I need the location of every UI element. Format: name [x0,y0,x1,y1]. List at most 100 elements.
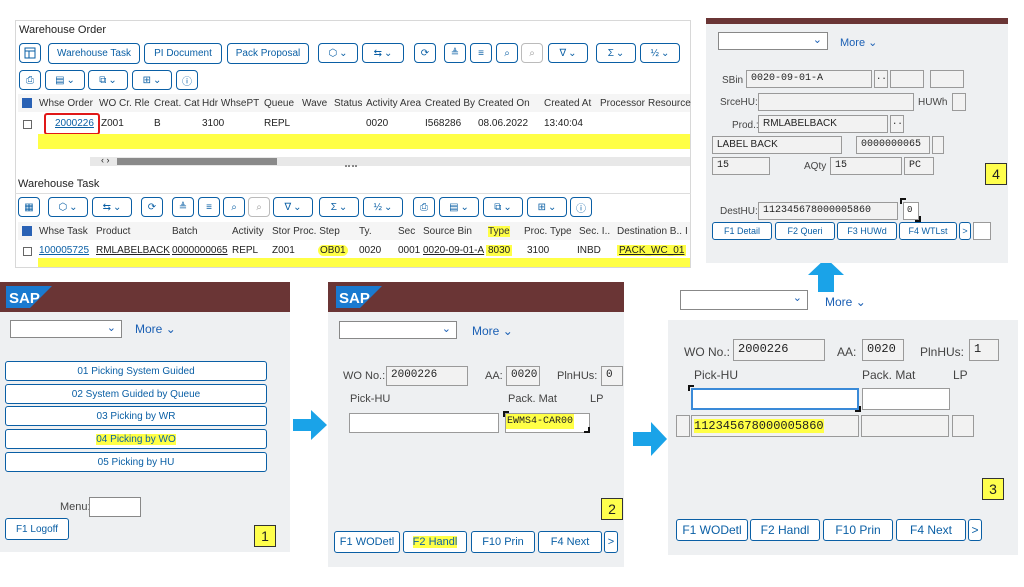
sbin-search-button[interactable]: .. [874,70,888,88]
f1-wodetl-button[interactable]: F1 WODetl [676,519,748,541]
subtotal-button[interactable]: ½ ⌄ [640,43,680,63]
wt-col-header[interactable]: Product [96,226,130,237]
dropdown-select[interactable]: ⌄ [10,320,122,338]
refresh-button[interactable]: ⟳ [414,43,436,63]
scroll-arrows[interactable]: ‹ › [101,155,110,165]
wt-col-header[interactable]: Whse Task [39,226,88,237]
dropdown-select[interactable]: ⌄ [339,321,457,339]
f10-prin-button[interactable]: F10 Prin [471,531,535,553]
more-menu[interactable]: More ⌄ [825,295,866,309]
splitter-handle[interactable] [345,165,357,167]
wt-source-bin[interactable]: 0020-09-01-A [423,245,484,256]
sort-descending-button[interactable]: ≡ [470,43,492,63]
wt-filter-button[interactable]: ∇ ⌄ [273,197,313,217]
more-keys-button[interactable]: > [604,531,618,553]
wt-col-header[interactable]: Sec [398,226,415,237]
f3-huwd-button[interactable]: F3 HUWd [837,222,897,240]
prod-search-button[interactable]: .. [890,115,904,133]
wt-col-header[interactable]: Sec. I.. [579,226,610,237]
wt-print-button[interactable]: ⎙ [413,197,435,217]
menu-item-system-guided-queue[interactable]: 02 System Guided by Queue [5,384,267,404]
wo-col-header[interactable]: Created At [544,98,591,109]
wt-cube-button[interactable]: ⬡ ⌄ [48,197,88,217]
f4-next-button[interactable]: F4 Next [538,531,602,553]
wt-destination-bin[interactable]: PACK_WC_01 [617,245,687,256]
wt-export-button[interactable]: ⧉ ⌄ [483,197,523,217]
more-keys-button[interactable]: > [959,222,971,240]
more-menu[interactable]: More ⌄ [840,36,877,49]
wt-batch[interactable]: 0000000065 [172,245,228,256]
f1-detail-button[interactable]: F1 Detail [712,222,772,240]
wo-col-header[interactable]: Created By [425,98,475,109]
warehouse-task-button[interactable]: Warehouse Task [48,43,140,64]
wt-col-header[interactable]: Source Bin [423,226,472,237]
pick-hu-input[interactable] [349,413,499,433]
select-all-icon[interactable] [22,98,32,108]
info-button[interactable]: ⓘ [176,70,198,90]
pack-mat-field[interactable]: EWMS4-CAR00 [505,413,590,433]
wo-col-header[interactable]: Processor [600,98,645,109]
wt-find-button[interactable]: ⌕ [223,197,245,217]
wt-info-button[interactable]: ⓘ [570,197,592,217]
wt-grid-button[interactable]: ▦ [18,197,40,217]
wo-col-header[interactable]: Creat. Cat [154,98,200,109]
wt-col-header[interactable]: Destination B.. [617,226,682,237]
wt-col-header[interactable]: Ty. [359,226,372,237]
more-menu[interactable]: More ⌄ [472,324,513,338]
wt-col-header[interactable]: Batch [172,226,198,237]
pack-proposal-button[interactable]: Pack Proposal [227,43,309,64]
wt-subtotal-button[interactable]: ½ ⌄ [363,197,403,217]
cube-icon-button[interactable]: ⬡ ⌄ [318,43,358,63]
select-all-icon[interactable] [22,226,32,236]
wt-col-header[interactable]: Activity [232,226,264,237]
wo-col-header[interactable]: Created On [478,98,530,109]
filter-button[interactable]: ∇ ⌄ [548,43,588,63]
f4-next-button[interactable]: F4 Next [896,519,966,541]
f4-wtlst-button[interactable]: F4 WTLst [899,222,957,240]
wt-find-next-button[interactable]: ⌕ [248,197,270,217]
sort-ascending-button[interactable]: ≜ [444,43,466,63]
print-button[interactable]: ⎙ [19,70,41,90]
dropdown-select[interactable]: ⌄ [718,32,828,50]
menu-item-picking-by-wo[interactable]: 04 Picking by WO [5,429,267,449]
wo-col-header[interactable]: Activity Area [366,98,421,109]
wt-product[interactable]: RMLABELBACK [96,245,170,256]
scroll-thumb[interactable] [117,158,277,165]
command-input[interactable] [973,222,991,240]
wt-col-header[interactable]: Stor Proc. Step [272,226,340,237]
pick-hu-input[interactable] [691,388,859,410]
menu-item-picking-system-guided[interactable]: 01 Picking System Guided [5,361,267,381]
layout-button[interactable]: ⊞ ⌄ [132,70,172,90]
row-checkbox[interactable] [23,247,32,256]
row-checkbox[interactable] [23,120,32,129]
menu-item-picking-by-wr[interactable]: 03 Picking by WR [5,406,267,426]
wt-view-button[interactable]: ▤ ⌄ [439,197,479,217]
export-button[interactable]: ⧉ ⌄ [88,70,128,90]
grid-icon-button[interactable] [19,43,41,63]
wo-col-header[interactable]: Hdr WhsePT [202,98,259,109]
wo-col-header[interactable]: WO Cr. Rle [99,98,150,109]
dropdown-select[interactable]: ⌄ [680,290,808,310]
f1-logoff-button[interactable]: F1 Logoff [5,518,69,540]
find-button[interactable]: ⌕ [496,43,518,63]
pi-document-button[interactable]: PI Document [144,43,222,64]
wo-col-header[interactable]: Resource [648,98,691,109]
wt-col-header[interactable]: I [685,226,688,237]
wt-col-header-type[interactable]: Type [488,226,510,237]
more-keys-button[interactable]: > [968,519,982,541]
wt-sum-button[interactable]: Σ ⌄ [319,197,359,217]
transport-icon-button[interactable]: ⇆ ⌄ [362,43,404,63]
f2-queri-button[interactable]: F2 Queri [775,222,835,240]
f10-prin-button[interactable]: F10 Prin [823,519,893,541]
wo-col-header[interactable]: Status [334,98,362,109]
f1-wodetl-button[interactable]: F1 WODetl [334,531,400,553]
wo-col-header[interactable]: Wave [302,98,327,109]
wt-task-link[interactable]: 100005725 [39,245,89,256]
pack-mat-input[interactable] [862,388,950,410]
wt-layout-button[interactable]: ⊞ ⌄ [527,197,567,217]
wo-col-header[interactable]: Whse Order [39,98,93,109]
wo-order-link[interactable]: 2000226 [55,118,94,129]
wt-transport-button[interactable]: ⇆ ⌄ [92,197,132,217]
wt-sort-asc-button[interactable]: ≜ [172,197,194,217]
more-menu[interactable]: More ⌄ [135,322,176,336]
